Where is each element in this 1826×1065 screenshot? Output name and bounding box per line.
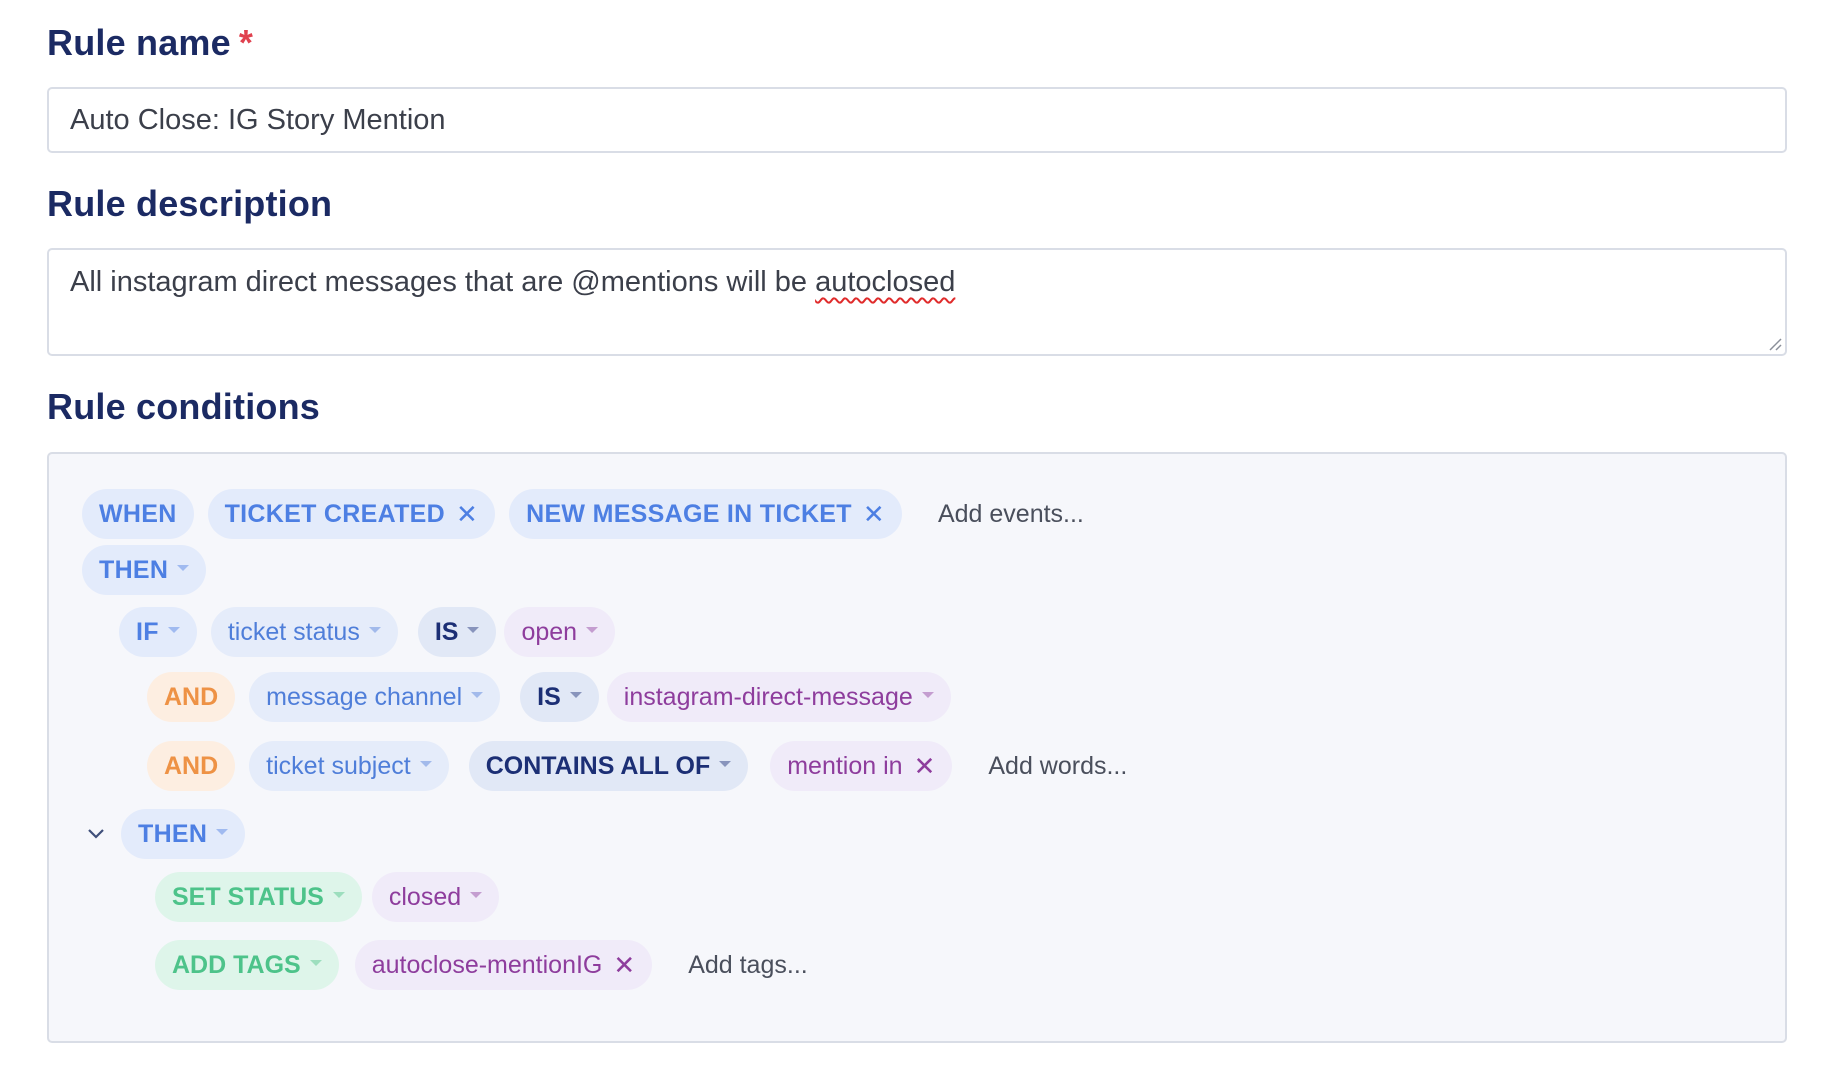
if-dropdown[interactable]: IF: [119, 607, 197, 657]
operator-label: IS: [537, 682, 561, 711]
caret-down-icon: [368, 627, 381, 633]
rule-name-label-text: Rule name: [47, 22, 231, 63]
caret-down-icon: [177, 565, 190, 571]
field-dropdown-ticket-status[interactable]: ticket status: [210, 607, 398, 657]
conditions-editor: WHEN TICKET CREATED ✕ NEW MESSAGE IN TICK…: [47, 452, 1787, 1043]
then-dropdown[interactable]: THEN: [121, 809, 246, 859]
field-label: ticket subject: [266, 751, 411, 780]
and-row-ticket-subject: AND ticket subject CONTAINS ALL OF menti…: [147, 741, 1127, 791]
and-keyword: AND: [147, 741, 236, 791]
when-row: WHEN TICKET CREATED ✕ NEW MESSAGE IN TICK…: [82, 489, 1084, 539]
action-dropdown-set-status[interactable]: SET STATUS: [155, 872, 362, 922]
value-dropdown-instagram[interactable]: instagram-direct-message: [606, 672, 951, 722]
status-value-dropdown[interactable]: closed: [371, 872, 500, 922]
field-dropdown-ticket-subject[interactable]: ticket subject: [249, 741, 449, 791]
caret-down-icon: [467, 627, 480, 633]
caret-down-icon: [332, 892, 345, 898]
then-label: THEN: [138, 819, 208, 848]
and-keyword: AND: [147, 672, 236, 722]
then-actions-row: THEN: [85, 809, 259, 859]
if-label: IF: [136, 617, 159, 646]
rule-description-textarea[interactable]: All instagram direct messages that are @…: [47, 248, 1787, 356]
operator-dropdown[interactable]: IS: [417, 607, 497, 657]
event-chip-ticket-created: TICKET CREATED ✕: [207, 489, 496, 539]
caret-down-icon: [216, 829, 229, 835]
caret-down-icon: [167, 627, 180, 633]
resize-handle-icon[interactable]: [1766, 335, 1782, 351]
chevron-down-icon[interactable]: [85, 823, 107, 845]
rule-description-text: All instagram direct messages that are @…: [70, 266, 816, 298]
misspelled-word: autoclosed: [815, 266, 956, 298]
caret-down-icon: [470, 892, 483, 898]
rule-name-value: Auto Close: IG Story Mention: [70, 104, 446, 136]
action-label: SET STATUS: [172, 882, 324, 911]
then-label: THEN: [99, 555, 169, 584]
caret-down-icon: [309, 960, 322, 966]
remove-icon[interactable]: ✕: [914, 753, 936, 779]
then-dropdown[interactable]: THEN: [82, 545, 207, 595]
caret-down-icon: [471, 692, 484, 698]
value-dropdown-open[interactable]: open: [504, 607, 616, 657]
field-dropdown-message-channel[interactable]: message channel: [249, 672, 501, 722]
operator-dropdown[interactable]: IS: [520, 672, 599, 722]
field-label: message channel: [266, 682, 463, 711]
action-label: ADD TAGS: [172, 950, 301, 979]
required-asterisk: *: [238, 22, 254, 63]
event-chip-label: TICKET CREATED: [224, 499, 445, 528]
operator-label: IS: [434, 617, 459, 646]
remove-icon[interactable]: ✕: [613, 952, 635, 978]
caret-down-icon: [921, 692, 934, 698]
rule-conditions-label: Rule conditions: [47, 386, 320, 427]
field-label: ticket status: [227, 617, 360, 646]
add-words-input[interactable]: Add words...: [988, 752, 1127, 781]
and-row-message-channel: AND message channel IS instagram-direct-…: [147, 672, 965, 722]
value-label: open: [521, 617, 578, 646]
caret-down-icon: [419, 761, 432, 767]
word-chip-mention-in: mention in ✕: [770, 741, 953, 791]
rule-name-input[interactable]: Auto Close: IG Story Mention: [47, 87, 1787, 153]
word-chip-label: mention in: [787, 751, 903, 780]
then-row: THEN: [82, 545, 220, 595]
set-status-row: SET STATUS closed: [155, 872, 513, 922]
caret-down-icon: [719, 761, 732, 767]
event-chip-new-message: NEW MESSAGE IN TICKET ✕: [509, 489, 902, 539]
when-keyword: WHEN: [82, 489, 194, 539]
action-dropdown-add-tags[interactable]: ADD TAGS: [155, 940, 339, 990]
caret-down-icon: [586, 627, 599, 633]
rule-name-label: Rule name *: [47, 22, 253, 64]
event-chip-label: NEW MESSAGE IN TICKET: [526, 499, 852, 528]
value-label: instagram-direct-message: [623, 682, 913, 711]
remove-icon[interactable]: ✕: [863, 501, 885, 527]
add-events-input[interactable]: Add events...: [938, 500, 1084, 529]
status-value-label: closed: [388, 882, 462, 911]
rule-description-label: Rule description: [47, 183, 333, 224]
operator-label: CONTAINS ALL OF: [485, 751, 711, 780]
add-tags-row: ADD TAGS autoclose-mentionIG ✕ Add tags..…: [155, 940, 808, 990]
tag-chip-label: autoclose-mentionIG: [371, 950, 603, 979]
tag-chip-autoclose-mentionig: autoclose-mentionIG ✕: [354, 940, 653, 990]
remove-icon[interactable]: ✕: [456, 501, 478, 527]
caret-down-icon: [569, 692, 582, 698]
if-row: IF ticket status IS open: [119, 607, 629, 657]
add-tags-input[interactable]: Add tags...: [688, 951, 808, 980]
operator-dropdown[interactable]: CONTAINS ALL OF: [468, 741, 749, 791]
